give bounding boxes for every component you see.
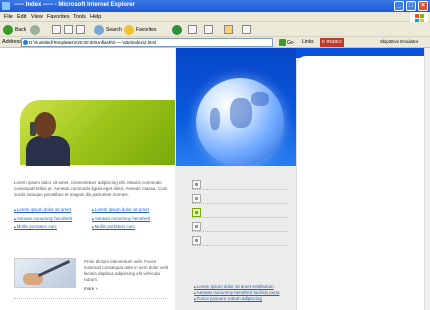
list-link[interactable]: Aenean nonummy hendrerit <box>92 215 172 224</box>
stop-button[interactable] <box>52 24 61 35</box>
print-icon <box>204 25 213 34</box>
window-titlebar: ----- Index ----- - Microsoft Internet E… <box>0 0 430 12</box>
woman-with-phone-image <box>20 108 75 166</box>
nav-icon[interactable] <box>192 180 201 189</box>
address-bar: Address Go Links K ЯNDEX Skip2Eve Emulat… <box>0 37 430 48</box>
dotted-divider <box>14 298 168 299</box>
toolbar: Back Search Favorites <box>0 22 430 37</box>
card-tick <box>301 101 305 102</box>
nav-icon[interactable] <box>192 236 201 245</box>
forward-arrow-icon <box>30 24 40 35</box>
search-label: Search <box>106 26 122 33</box>
globe-image <box>196 78 284 166</box>
nav-icon[interactable] <box>192 194 201 203</box>
page-icon <box>23 40 28 45</box>
back-arrow-icon <box>3 24 13 35</box>
thumbnail-description: Proin dictum elementum velit. Fusce euis… <box>84 259 169 282</box>
more-label: more <box>84 286 95 291</box>
nav-icon-row[interactable] <box>192 194 288 204</box>
links-list-left: Lorem ipsum dolor sit amet Aenean nonumm… <box>14 206 94 232</box>
favorites-label: Favorites <box>136 26 157 33</box>
nav-icon-row[interactable] <box>192 208 288 218</box>
links-label[interactable]: Links <box>302 39 314 45</box>
nav-icon-row[interactable] <box>192 180 288 190</box>
links-list-right: Lorem ipsum dolor sit amet Aenean nonumm… <box>92 206 172 232</box>
home-icon <box>76 25 85 34</box>
nav-icon-row[interactable] <box>192 236 288 246</box>
menu-edit[interactable]: Edit <box>17 14 26 20</box>
back-button[interactable]: Back <box>3 24 26 35</box>
ie-icon <box>2 2 10 10</box>
refresh-icon <box>64 25 73 34</box>
stop-icon <box>52 25 61 34</box>
address-input[interactable] <box>21 38 273 47</box>
print-button[interactable] <box>204 24 213 35</box>
more-link[interactable]: more » <box>84 286 98 291</box>
intro-paragraph: Lorem ipsum dolor sit amet, consectetuer… <box>14 180 168 197</box>
address-label: Address <box>2 39 23 45</box>
menu-favorites[interactable]: Favorites <box>47 14 70 20</box>
search-icon <box>94 24 104 35</box>
history-button[interactable] <box>172 24 182 35</box>
menubar: File Edit View Favorites Tools Help <box>0 12 430 22</box>
nav-icon-row[interactable] <box>192 222 288 232</box>
mail-icon <box>188 25 197 34</box>
more-arrow-icon: » <box>95 286 99 291</box>
folder-button[interactable] <box>224 24 233 35</box>
list-link[interactable]: Lorem ipsum dolor sit amet <box>14 206 94 215</box>
history-icon <box>172 24 182 35</box>
bottom-links-list: Lorem ipsum dolor sit amet vestibulum Ae… <box>194 284 314 302</box>
nav-icon[interactable] <box>192 222 201 231</box>
nav-icon-active[interactable] <box>192 208 201 217</box>
home-button[interactable] <box>76 24 85 35</box>
back-label: Back <box>15 26 27 33</box>
menu-tools[interactable]: Tools <box>73 14 86 20</box>
writing-hand-thumbnail <box>14 258 76 288</box>
mail-button[interactable] <box>188 24 197 35</box>
favorites-button[interactable]: Favorites <box>124 24 157 35</box>
search-button[interactable]: Search <box>94 24 122 35</box>
menu-view[interactable]: View <box>31 14 43 20</box>
emulator-link[interactable]: Skip2Eve Emulator <box>378 38 421 47</box>
folder-icon <box>224 25 233 34</box>
go-button[interactable]: Go <box>279 38 294 47</box>
close-button[interactable]: × <box>418 1 428 11</box>
go-label: Go <box>287 39 294 46</box>
page-viewport: Lorem ipsum dolor sit amet, consectetuer… <box>0 48 430 310</box>
messenger-icon <box>242 25 251 34</box>
minimize-button[interactable]: _ <box>394 1 404 11</box>
go-arrow-icon <box>279 39 286 46</box>
list-link[interactable]: Fusce posuere rutrum adipiscing <box>194 296 314 302</box>
list-link[interactable]: Aenean nonummy hendrerit <box>14 215 94 224</box>
vertical-scrollbar[interactable] <box>424 48 430 310</box>
window-title: ----- Index ----- - Microsoft Internet E… <box>14 2 135 8</box>
maximize-button[interactable]: □ <box>406 1 416 11</box>
card-tick <box>301 115 305 116</box>
right-content-card <box>296 56 424 310</box>
menu-file[interactable]: File <box>4 14 13 20</box>
list-link[interactable]: Mollis portatusr curc <box>92 223 172 232</box>
menu-help[interactable]: Help <box>90 14 101 20</box>
messenger-button[interactable] <box>242 24 251 35</box>
yandex-link[interactable]: K ЯNDEX <box>320 38 345 47</box>
list-link[interactable]: Mollis portatusr curc <box>14 223 94 232</box>
list-link[interactable]: Lorem ipsum dolor sit amet <box>92 206 172 215</box>
forward-button[interactable] <box>30 24 40 35</box>
favorites-star-icon <box>124 24 134 35</box>
refresh-button[interactable] <box>64 24 73 35</box>
